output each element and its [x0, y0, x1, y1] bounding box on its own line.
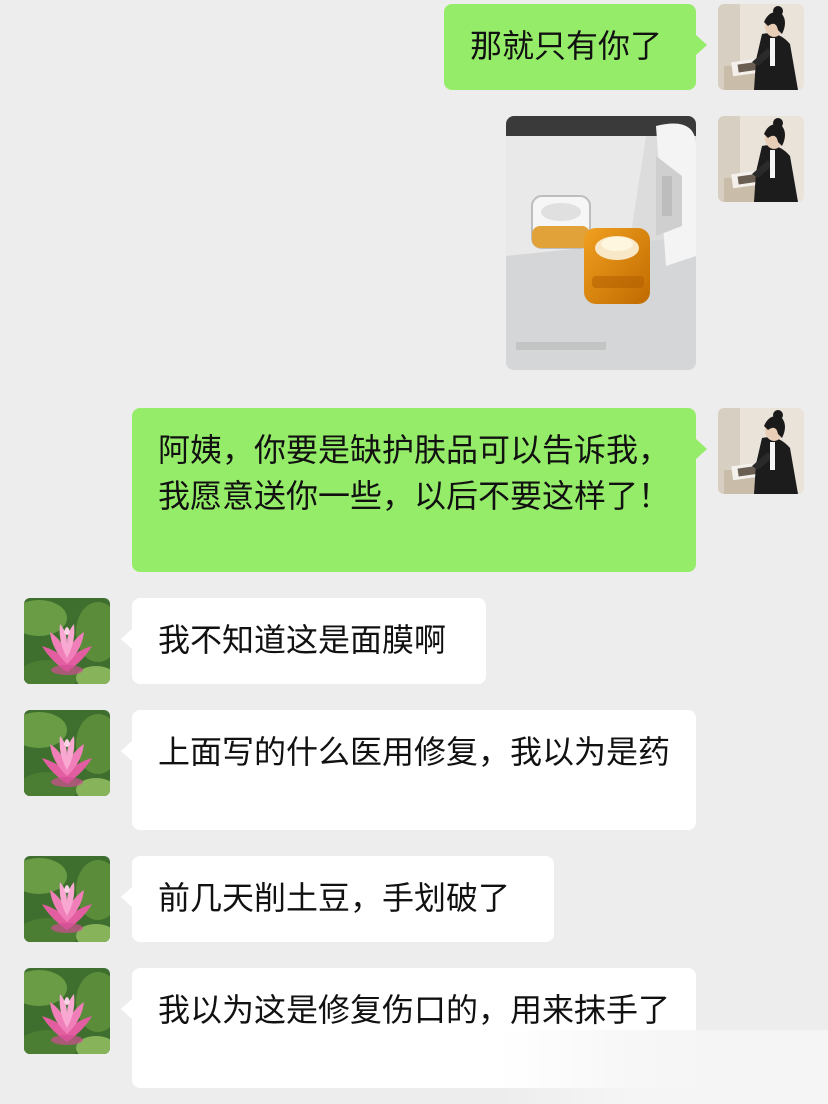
skincare-jars-photo-icon [506, 116, 696, 370]
contact-message-bubble[interactable]: 我不知道这是面膜啊 [121, 598, 486, 684]
my-avatar[interactable] [718, 116, 804, 202]
pink-lotus-avatar-icon [24, 710, 110, 796]
my-message-bubble[interactable]: 那就只有你了 [444, 4, 707, 90]
woman-reading-avatar-icon [718, 116, 804, 202]
woman-reading-avatar-icon [718, 408, 804, 494]
my-avatar[interactable] [718, 4, 804, 90]
pink-lotus-avatar-icon [24, 968, 110, 1054]
contact-avatar[interactable] [24, 856, 110, 942]
contact-message-bubble[interactable]: 上面写的什么医用修复，我以为是药 [121, 710, 696, 830]
pink-lotus-avatar-icon [24, 598, 110, 684]
my-message-bubble[interactable]: 阿姨，你要是缺护肤品可以告诉我，我愿意送你一些，以后不要这样了！ [132, 408, 707, 572]
woman-reading-avatar-icon [718, 4, 804, 90]
chat-window: 那就只有你了 阿姨，你要是缺护肤品可以告诉我，我愿意送你一些，以后不要这样了！ … [0, 0, 828, 1104]
my-avatar[interactable] [718, 408, 804, 494]
bottom-fade-overlay [500, 1030, 828, 1104]
contact-message-bubble[interactable]: 前几天削土豆，手划破了 [121, 856, 554, 942]
pink-lotus-avatar-icon [24, 856, 110, 942]
contact-avatar[interactable] [24, 968, 110, 1054]
image-message[interactable] [506, 116, 696, 370]
contact-avatar[interactable] [24, 710, 110, 796]
contact-avatar[interactable] [24, 598, 110, 684]
